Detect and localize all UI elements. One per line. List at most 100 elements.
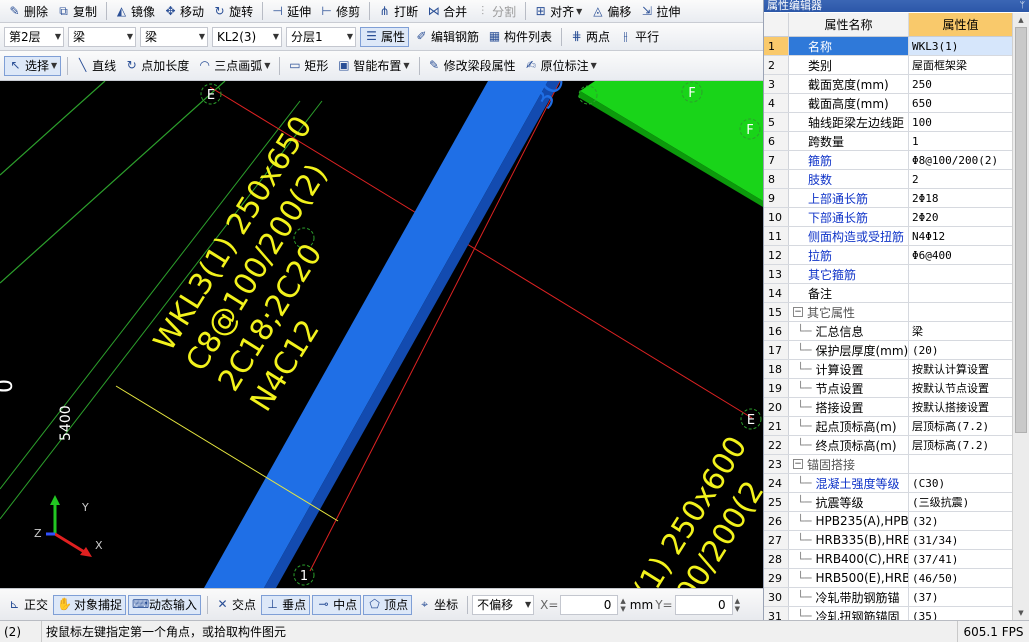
scroll-down-icon[interactable]: ▼: [1013, 606, 1029, 620]
drawing-svg[interactable]: E F F E 1 3C WKL3(1) 250x650 C8@100/200(…: [0, 81, 763, 588]
property-value[interactable]: (35): [909, 607, 1012, 621]
property-value[interactable]: (31/34): [909, 531, 1012, 549]
chevron-down-icon[interactable]: ▼: [403, 61, 409, 70]
property-value[interactable]: N4Φ12: [909, 227, 1012, 245]
ortho-button[interactable]: ⊾ 正交: [4, 595, 51, 615]
property-row[interactable]: 8 肢数 2: [764, 170, 1012, 189]
property-value[interactable]: (20): [909, 341, 1012, 359]
property-row[interactable]: 15− 其它属性: [764, 303, 1012, 322]
property-value[interactable]: 层顶标高(7.2): [909, 417, 1012, 435]
property-row[interactable]: 9 上部通长筋 2Φ18: [764, 189, 1012, 208]
rectangle-button[interactable]: ▭ 矩形: [284, 56, 331, 76]
properties-button[interactable]: ☰ 属性: [360, 26, 410, 47]
green-beam[interactable]: [580, 81, 763, 201]
trim-button[interactable]: ⊢ 修剪: [316, 1, 363, 21]
property-value[interactable]: 250: [909, 75, 1012, 93]
property-row[interactable]: 22 └─ 终点顶标高(m) 层顶标高(7.2): [764, 436, 1012, 455]
property-row[interactable]: 24 └─ 混凝土强度等级 (C30): [764, 474, 1012, 493]
property-row[interactable]: 1 名称 WKL3(1): [764, 37, 1012, 56]
floor-select[interactable]: 第2层 ▼: [4, 26, 64, 47]
offset-button[interactable]: ◬ 偏移: [587, 1, 634, 21]
perpendicular-button[interactable]: ⊥ 垂点: [261, 594, 311, 615]
property-value[interactable]: Φ8@100/200(2): [909, 151, 1012, 169]
property-value[interactable]: 层顶标高(7.2): [909, 436, 1012, 454]
type-select[interactable]: 梁 ▼: [140, 26, 208, 47]
property-value[interactable]: 屋面框架梁: [909, 56, 1012, 74]
split-button[interactable]: ⫶ 分割: [472, 1, 519, 21]
intersection-button[interactable]: ✕ 交点: [212, 595, 259, 615]
property-value[interactable]: 1: [909, 132, 1012, 150]
select-cursor-button[interactable]: ↖ 选择 ▼: [4, 55, 62, 76]
property-row[interactable]: 19 └─ 节点设置 按默认节点设置: [764, 379, 1012, 398]
component-list-button[interactable]: ▦ 构件列表: [484, 27, 555, 47]
dynamic-input-button[interactable]: ⌨ 动态输入: [128, 594, 202, 615]
chevron-down-icon[interactable]: ▼: [51, 61, 57, 70]
property-value[interactable]: 2Φ20: [909, 208, 1012, 226]
drawing-canvas[interactable]: E F F E 1 3C WKL3(1) 250x650 C8@100/200(…: [0, 81, 763, 588]
property-value[interactable]: WKL3(1): [909, 37, 1012, 55]
scroll-up-icon[interactable]: ▲: [1013, 13, 1029, 27]
pin-icon[interactable]: ᛘ: [1020, 0, 1025, 12]
property-row[interactable]: 28 └─ HRB400(C),HRB4 (37/41): [764, 550, 1012, 569]
property-value[interactable]: (37/41): [909, 550, 1012, 568]
collapse-icon[interactable]: −: [793, 307, 803, 317]
property-row[interactable]: 5 轴线距梁左边线距 100: [764, 113, 1012, 132]
stretch-button[interactable]: ⇲ 拉伸: [636, 1, 683, 21]
property-row[interactable]: 17 └─ 保护层厚度(mm) (20): [764, 341, 1012, 360]
property-value[interactable]: (46/50): [909, 569, 1012, 587]
property-row[interactable]: 30 └─ 冷轧带肋钢筋锚 (37): [764, 588, 1012, 607]
extend-button[interactable]: ⊣ 延伸: [267, 1, 314, 21]
property-value[interactable]: [909, 284, 1012, 302]
property-row[interactable]: 16 └─ 汇总信息梁: [764, 322, 1012, 341]
mirror-button[interactable]: ◭ 镜像: [111, 1, 158, 21]
align-button[interactable]: ⊞ 对齐 ▼: [530, 1, 585, 21]
midpoint-button[interactable]: ⊸ 中点: [312, 594, 362, 615]
edit-segment-button[interactable]: ✎ 修改梁段属性: [424, 56, 519, 76]
property-row[interactable]: 25 └─ 抗震等级 (三级抗震): [764, 493, 1012, 512]
property-row[interactable]: 11 侧面构造或受扭筋 N4Φ12: [764, 227, 1012, 246]
property-row[interactable]: 10 下部通长筋 2Φ20: [764, 208, 1012, 227]
layer-select[interactable]: 分层1 ▼: [286, 26, 356, 47]
break-button[interactable]: ⋔ 打断: [374, 1, 421, 21]
property-value[interactable]: [909, 455, 1012, 473]
chevron-down-icon[interactable]: ▼: [591, 61, 597, 70]
property-row[interactable]: 3 截面宽度(mm) 250: [764, 75, 1012, 94]
object-snap-button[interactable]: ✋ 对象捕捉: [53, 594, 127, 615]
property-row[interactable]: 21 └─ 起点顶标高(m) 层顶标高(7.2): [764, 417, 1012, 436]
property-value[interactable]: 100: [909, 113, 1012, 131]
property-value[interactable]: (C30): [909, 474, 1012, 492]
point-length-button[interactable]: ↻ 点加长度: [121, 56, 192, 76]
beam-annotation-2[interactable]: (1) 250x600 100/200(2: [627, 430, 763, 588]
line-button[interactable]: ╲ 直线: [72, 56, 119, 76]
property-row[interactable]: 13 其它箍筋: [764, 265, 1012, 284]
edit-rebar-button[interactable]: ✐ 编辑钢筋: [411, 27, 482, 47]
property-row[interactable]: 7 箍筋 Φ8@100/200(2): [764, 151, 1012, 170]
parallel-button[interactable]: ⫲ 平行: [615, 27, 662, 47]
property-row[interactable]: 12 拉筋 Φ6@400: [764, 246, 1012, 265]
merge-button[interactable]: ⋈ 合并: [423, 1, 470, 21]
property-value[interactable]: 2: [909, 170, 1012, 188]
property-value[interactable]: 按默认节点设置: [909, 379, 1012, 397]
rotate-button[interactable]: ↻ 旋转: [209, 1, 256, 21]
two-point-button[interactable]: ⋕ 两点: [566, 27, 613, 47]
property-row[interactable]: 2 类别 屋面框架梁: [764, 56, 1012, 75]
y-input[interactable]: 0: [674, 594, 733, 615]
panel-scrollbar[interactable]: ▲ ▼: [1012, 13, 1029, 620]
property-value[interactable]: [909, 265, 1012, 283]
property-row[interactable]: 4 截面高度(mm) 650: [764, 94, 1012, 113]
x-spinner-icon[interactable]: ▲ ▼: [620, 597, 625, 613]
property-value[interactable]: 按默认搭接设置: [909, 398, 1012, 416]
property-value[interactable]: (37): [909, 588, 1012, 606]
property-row[interactable]: 27 └─ HRB335(B),HRB3 (31/34): [764, 531, 1012, 550]
property-value[interactable]: 按默认计算设置: [909, 360, 1012, 378]
property-row[interactable]: 6 跨数量 1: [764, 132, 1012, 151]
property-row[interactable]: 26 └─ HPB235(A),HPB3 (32): [764, 512, 1012, 531]
property-row[interactable]: 20 └─ 搭接设置 按默认搭接设置: [764, 398, 1012, 417]
property-row[interactable]: 18 └─ 计算设置 按默认计算设置: [764, 360, 1012, 379]
component-select[interactable]: KL2(3) ▼: [212, 26, 282, 47]
y-spinner-icon[interactable]: ▲ ▼: [735, 597, 740, 613]
chevron-down-icon[interactable]: ▼: [264, 61, 270, 70]
offset-select[interactable]: 不偏移 ▼: [472, 594, 535, 615]
erase-button[interactable]: ✎ 删除: [4, 1, 51, 21]
vertex-button[interactable]: ⬠ 顶点: [363, 594, 413, 615]
